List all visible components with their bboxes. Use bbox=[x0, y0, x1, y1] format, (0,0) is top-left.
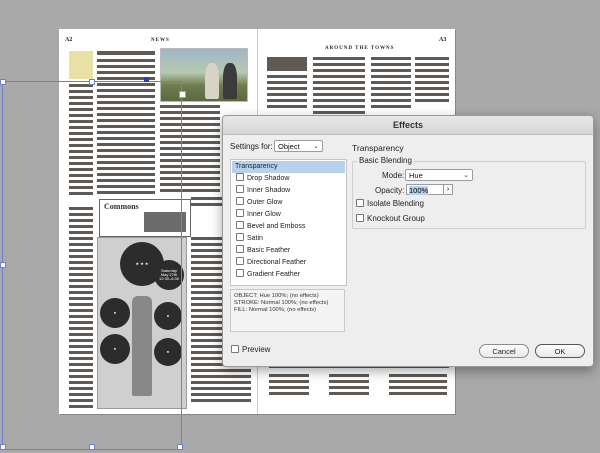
checkbox[interactable] bbox=[236, 257, 244, 265]
effects-item-label: Basic Feather bbox=[247, 247, 291, 254]
preview-label: Preview bbox=[242, 345, 271, 354]
effects-item-label: Inner Glow bbox=[247, 211, 281, 218]
chevron-right-icon: › bbox=[446, 186, 450, 193]
resize-handle-bottom[interactable] bbox=[89, 444, 95, 450]
effects-item-label: Inner Shadow bbox=[247, 187, 291, 194]
right-section-head: AROUND THE TOWNS bbox=[325, 46, 395, 51]
ok-button[interactable]: OK bbox=[535, 344, 585, 358]
mode-label: Mode: bbox=[382, 171, 405, 180]
person-right bbox=[223, 63, 237, 99]
isolate-blending-row[interactable]: Isolate Blending bbox=[356, 199, 424, 208]
effects-item-label: Transparency bbox=[235, 163, 278, 170]
checkbox[interactable] bbox=[236, 221, 244, 229]
opacity-input[interactable]: 100% bbox=[406, 184, 444, 195]
effects-item-inner-shadow[interactable]: Inner Shadow bbox=[232, 185, 345, 197]
preview-checkbox[interactable] bbox=[231, 345, 239, 353]
opacity-label: Opacity: bbox=[375, 186, 405, 195]
right-folio: A3 bbox=[439, 37, 447, 43]
isolate-blending-checkbox[interactable] bbox=[356, 199, 364, 207]
left-folio: A2 bbox=[65, 37, 73, 43]
opacity-slider-toggle[interactable]: › bbox=[443, 184, 453, 195]
section-title: Transparency bbox=[352, 143, 404, 153]
knockout-group-checkbox[interactable] bbox=[356, 214, 364, 222]
summary-object: OBJECT: Hue 100%; (no effects) bbox=[234, 293, 319, 299]
effects-item-label: Outer Glow bbox=[247, 199, 283, 206]
dialog-title: Effects bbox=[223, 116, 593, 135]
anchor-point[interactable] bbox=[144, 77, 149, 82]
basic-blending-label: Basic Blending bbox=[357, 156, 414, 165]
isolate-blending-label: Isolate Blending bbox=[367, 199, 424, 208]
content-grabber[interactable] bbox=[179, 91, 186, 98]
cancel-button[interactable]: Cancel bbox=[479, 344, 529, 358]
resize-handle-top-left[interactable] bbox=[0, 79, 6, 85]
settings-for-value: Object bbox=[278, 142, 300, 151]
effects-dialog: Effects Settings for: Object ⌄ Transpare… bbox=[222, 115, 594, 367]
summary-fill: FILL: Normal 100%; (no effects) bbox=[234, 307, 317, 313]
effects-item-label: Gradient Feather bbox=[247, 271, 300, 278]
resize-handle-bottom-left[interactable] bbox=[0, 444, 6, 450]
blend-mode-select[interactable]: Hue ⌄ bbox=[405, 169, 473, 181]
chevron-down-icon: ⌄ bbox=[463, 172, 469, 179]
effects-summary: OBJECT: Hue 100%; (no effects) STROKE: N… bbox=[230, 289, 345, 332]
knockout-group-row[interactable]: Knockout Group bbox=[356, 214, 425, 223]
blend-mode-value: Hue bbox=[409, 171, 423, 180]
effects-item-inner-glow[interactable]: Inner Glow bbox=[232, 209, 345, 221]
summary-stroke: STROKE: Normal 100%; (no effects) bbox=[234, 300, 329, 306]
resize-handle-left[interactable] bbox=[0, 262, 6, 268]
resize-handle-top[interactable] bbox=[89, 79, 95, 85]
left-section-head: NEWS bbox=[151, 38, 170, 43]
person-left bbox=[205, 63, 219, 99]
selected-object-frame[interactable] bbox=[0, 79, 183, 450]
effects-item-gradient-feather[interactable]: Gradient Feather bbox=[232, 269, 345, 281]
settings-for-label: Settings for: bbox=[230, 142, 273, 151]
effects-list: Transparency Drop Shadow Inner Shadow Ou… bbox=[230, 159, 347, 286]
chevron-down-icon: ⌄ bbox=[313, 143, 319, 150]
effects-item-label: Satin bbox=[247, 235, 263, 242]
effects-item-transparency[interactable]: Transparency bbox=[232, 161, 345, 173]
checkbox[interactable] bbox=[236, 185, 244, 193]
effects-item-drop-shadow[interactable]: Drop Shadow bbox=[232, 173, 345, 185]
effects-item-label: Directional Feather bbox=[247, 259, 307, 266]
checkbox[interactable] bbox=[236, 245, 244, 253]
checkbox[interactable] bbox=[236, 233, 244, 241]
checkbox[interactable] bbox=[236, 173, 244, 181]
effects-item-satin[interactable]: Satin bbox=[232, 233, 345, 245]
knockout-group-label: Knockout Group bbox=[367, 214, 425, 223]
opacity-value: 100% bbox=[409, 186, 429, 195]
effects-item-outer-glow[interactable]: Outer Glow bbox=[232, 197, 345, 209]
effects-item-directional-feather[interactable]: Directional Feather bbox=[232, 257, 345, 269]
effects-item-label: Drop Shadow bbox=[247, 175, 290, 182]
effects-item-label: Bevel and Emboss bbox=[247, 223, 306, 230]
resize-handle-bottom-right[interactable] bbox=[177, 444, 183, 450]
settings-for-select[interactable]: Object ⌄ bbox=[274, 140, 323, 152]
checkbox[interactable] bbox=[236, 197, 244, 205]
effects-item-basic-feather[interactable]: Basic Feather bbox=[232, 245, 345, 257]
checkbox[interactable] bbox=[236, 269, 244, 277]
preview-row[interactable]: Preview bbox=[231, 345, 270, 354]
checkbox[interactable] bbox=[236, 209, 244, 217]
effects-item-bevel-emboss[interactable]: Bevel and Emboss bbox=[232, 221, 345, 233]
